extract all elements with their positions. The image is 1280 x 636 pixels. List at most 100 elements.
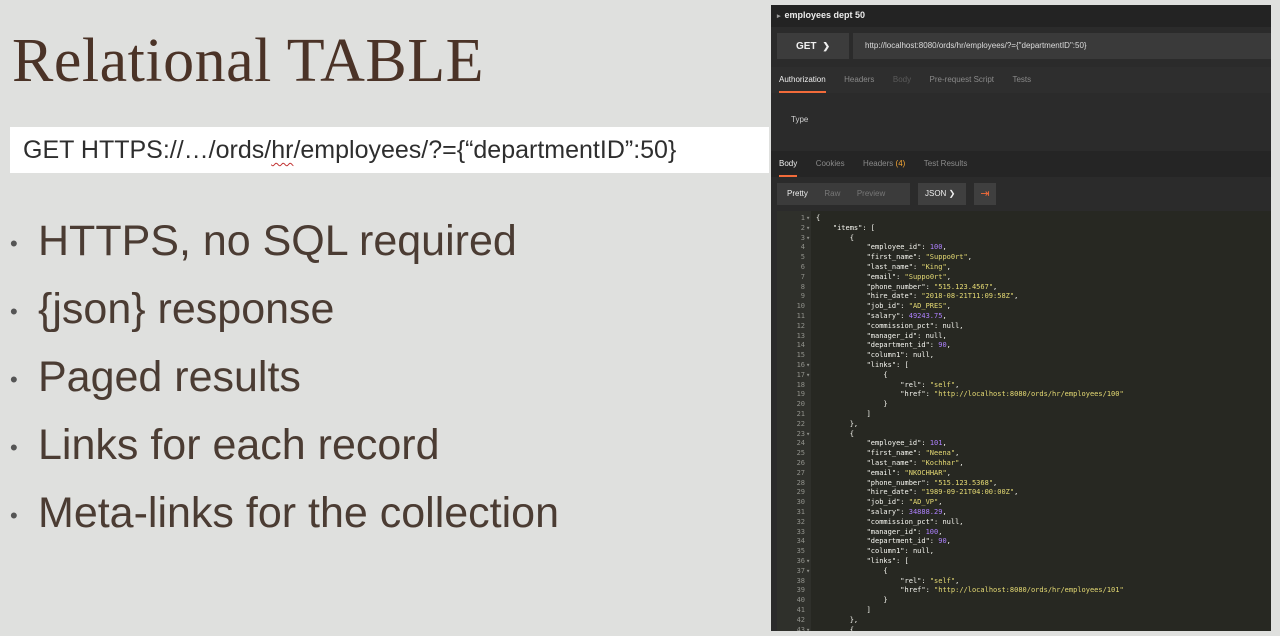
bullet-item: • Links for each record bbox=[10, 416, 559, 484]
code-line: 4 "employee_id": 100, bbox=[777, 243, 1271, 253]
bullet-item: • Meta-links for the collection bbox=[10, 484, 559, 552]
request-name-bar[interactable]: ▸ employees dept 50 bbox=[771, 5, 1271, 27]
code-text: }, bbox=[816, 615, 859, 624]
code-text: "salary": 49243.75, bbox=[866, 312, 947, 320]
tab-pre-request-script[interactable]: Pre-request Script bbox=[930, 67, 994, 91]
code-line: 20 } bbox=[777, 400, 1271, 410]
line-number: 21 bbox=[796, 410, 805, 418]
line-number: 27 bbox=[796, 468, 805, 477]
fold-arrow-icon[interactable]: ▾ bbox=[806, 371, 810, 381]
line-number: 31 bbox=[796, 508, 805, 516]
code-text: "rel": "self", bbox=[900, 380, 960, 389]
code-line: 6 "last_name": "King", bbox=[777, 263, 1271, 273]
postman-panel: ▸ employees dept 50 GET ❯ http://localhost… bbox=[771, 5, 1271, 631]
line-number: 41 bbox=[796, 606, 805, 614]
expand-triangle-icon[interactable]: ▸ bbox=[777, 13, 781, 20]
line-number: 13 bbox=[796, 331, 805, 340]
tab-body[interactable]: Body bbox=[893, 67, 911, 91]
code-line: 32 "commission_pct": null, bbox=[777, 518, 1271, 528]
code-text: "commission_pct": null, bbox=[866, 321, 964, 330]
code-line: 3 ▾ { bbox=[777, 234, 1271, 244]
code-line: 27 "email": "NKOCHHAR", bbox=[777, 469, 1271, 479]
code-text: "phone_number": "515.123.4567", bbox=[866, 282, 998, 291]
code-line: 17 ▾ { bbox=[777, 371, 1271, 381]
fold-arrow-icon[interactable]: ▾ bbox=[806, 430, 810, 440]
line-number: 18 bbox=[796, 380, 805, 389]
code-line: 18 "rel": "self", bbox=[777, 381, 1271, 391]
code-line: 12 "commission_pct": null, bbox=[777, 322, 1271, 332]
code-text: { bbox=[816, 429, 854, 438]
code-line: 15 "column1": null, bbox=[777, 351, 1271, 361]
bullet-text: HTTPS, no SQL required bbox=[38, 217, 517, 265]
code-line: 11 "salary": 49243.75, bbox=[777, 312, 1271, 322]
code-line: 23 ▾ { bbox=[777, 430, 1271, 440]
code-line: 19 "href": "http://localhost:8080/ords/h… bbox=[777, 390, 1271, 400]
code-text: "employee_id": 101, bbox=[866, 439, 947, 448]
request-url-text: GET HTTPS://…/ords/hr/employees/?={“depa… bbox=[23, 136, 676, 165]
code-text: }, bbox=[816, 419, 859, 428]
tab-test-results[interactable]: Test Results bbox=[924, 151, 968, 175]
tab-response-body[interactable]: Body bbox=[779, 151, 798, 177]
code-text: { bbox=[816, 370, 888, 379]
code-line: 30 "job_id": "AD_VP", bbox=[777, 498, 1271, 508]
code-text: { bbox=[816, 566, 888, 575]
tab-response-headers-label: Headers bbox=[863, 159, 894, 168]
tab-tests[interactable]: Tests bbox=[1012, 67, 1031, 91]
bullet-list: • HTTPS, no SQL required • {json} response… bbox=[10, 212, 559, 552]
fold-arrow-icon[interactable]: ▾ bbox=[806, 567, 810, 577]
fold-arrow-icon[interactable]: ▾ bbox=[806, 224, 810, 234]
bullet-text: Links for each record bbox=[38, 421, 440, 469]
format-dropdown[interactable]: JSON ❯ bbox=[918, 183, 966, 205]
code-text: "email": "Suppo0rt", bbox=[866, 272, 951, 281]
line-number: 1 bbox=[800, 214, 805, 222]
json-code-viewer[interactable]: 1 ▾{2 ▾ "items": [3 ▾ {4 "employee_id": 100… bbox=[777, 211, 1271, 631]
code-text: } bbox=[816, 400, 888, 409]
tab-headers[interactable]: Headers bbox=[844, 67, 874, 91]
method-dropdown[interactable]: GET ❯ bbox=[777, 33, 849, 59]
line-number: 33 bbox=[796, 527, 805, 536]
code-text: "last_name": "Kochhar", bbox=[866, 459, 964, 467]
line-number: 11 bbox=[796, 312, 805, 320]
view-preview-button[interactable]: Preview bbox=[857, 183, 885, 205]
line-number: 2 bbox=[800, 223, 805, 232]
line-number: 39 bbox=[796, 586, 805, 595]
chevron-down-icon: ❯ bbox=[948, 189, 956, 198]
code-text: "commission_pct": null, bbox=[866, 517, 964, 526]
code-text: "first_name": "Neena", bbox=[866, 449, 960, 458]
fold-arrow-icon[interactable]: ▾ bbox=[806, 234, 810, 244]
view-mode-toggle: Pretty Raw Preview bbox=[777, 183, 910, 205]
code-text: { bbox=[816, 214, 821, 222]
view-pretty-button[interactable]: Pretty bbox=[787, 183, 808, 205]
code-text: "links": [ bbox=[866, 361, 909, 369]
code-text: "hire_date": "2018-08-21T11:09:58Z", bbox=[866, 292, 1019, 301]
bullet-text: Meta-links for the collection bbox=[38, 489, 559, 537]
code-line: 7 "email": "Suppo0rt", bbox=[777, 273, 1271, 283]
line-number: 5 bbox=[800, 253, 805, 262]
code-line: 37 ▾ { bbox=[777, 567, 1271, 577]
bullet-text: Paged results bbox=[38, 353, 301, 401]
code-line: 35 "column1": null, bbox=[777, 547, 1271, 557]
view-raw-button[interactable]: Raw bbox=[824, 183, 840, 205]
code-line: 8 "phone_number": "515.123.4567", bbox=[777, 283, 1271, 293]
wrap-lines-icon[interactable]: ⇥ bbox=[974, 183, 996, 205]
code-text: { bbox=[816, 233, 854, 242]
code-line: 9 "hire_date": "2018-08-21T11:09:58Z", bbox=[777, 292, 1271, 302]
fold-arrow-icon[interactable]: ▾ bbox=[806, 557, 810, 567]
tab-cookies[interactable]: Cookies bbox=[816, 151, 845, 175]
url-underlined-segment: hr bbox=[271, 136, 294, 164]
url-input[interactable]: http://localhost:8080/ords/hr/employees/… bbox=[853, 33, 1271, 59]
fold-arrow-icon[interactable]: ▾ bbox=[806, 626, 810, 631]
line-number: 29 bbox=[796, 488, 805, 497]
code-line: 26 "last_name": "Kochhar", bbox=[777, 459, 1271, 469]
code-text: "salary": 34888.29, bbox=[866, 508, 947, 516]
tab-response-headers[interactable]: Headers (4) bbox=[863, 151, 905, 175]
line-number: 40 bbox=[796, 596, 805, 605]
fold-arrow-icon[interactable]: ▾ bbox=[806, 361, 810, 371]
code-text: "hire_date": "1989-09-21T04:00:00Z", bbox=[866, 488, 1019, 497]
code-text: ] bbox=[816, 606, 871, 614]
tab-authorization[interactable]: Authorization bbox=[779, 67, 826, 93]
code-line: 10 "job_id": "AD_PRES", bbox=[777, 302, 1271, 312]
fold-arrow-icon[interactable]: ▾ bbox=[806, 214, 810, 224]
code-line: 5 "first_name": "Suppo0rt", bbox=[777, 253, 1271, 263]
bullet-dot-icon: • bbox=[10, 230, 18, 256]
